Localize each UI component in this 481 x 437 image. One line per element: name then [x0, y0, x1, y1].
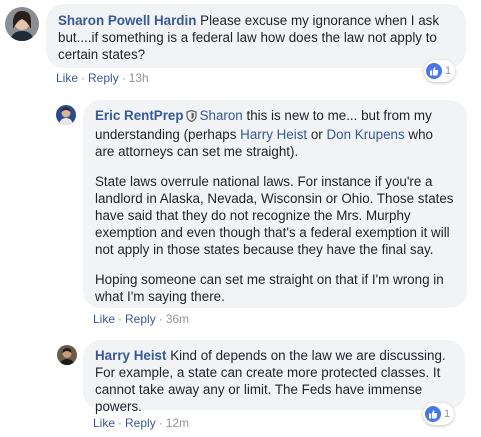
reaction-count[interactable]: 1	[424, 60, 456, 82]
comment-author[interactable]: Sharon Powell Hardin	[58, 13, 196, 28]
like-link[interactable]: Like	[56, 71, 78, 85]
comment-paragraph: Hoping someone can set me straight on th…	[95, 272, 444, 304]
comment-actions: Like · Reply · 13h	[56, 71, 149, 85]
comment-bubble: Eric RentPrep Sharon this is new to me...…	[83, 100, 467, 308]
separator: ·	[158, 312, 163, 326]
reaction-count[interactable]: 1	[423, 403, 455, 425]
reply-link[interactable]: Reply	[125, 416, 156, 430]
separator: ·	[118, 312, 123, 326]
like-link[interactable]: Like	[93, 416, 115, 430]
avatar[interactable]	[56, 105, 76, 125]
mention-link[interactable]: Don Krupens	[327, 127, 405, 142]
separator: ·	[118, 416, 123, 430]
mention-link[interactable]: Harry Heist	[240, 127, 307, 142]
like-icon	[426, 63, 442, 79]
reaction-number: 1	[444, 408, 451, 420]
comment-paragraph: Eric RentPrep Sharon this is new to me...…	[95, 107, 455, 160]
shield-icon	[185, 109, 197, 126]
separator: ·	[121, 71, 126, 85]
comment-paragraph: State laws overrule national laws. For i…	[95, 174, 454, 257]
comment-author[interactable]: Harry Heist	[95, 348, 166, 363]
avatar[interactable]	[5, 7, 39, 41]
avatar[interactable]	[57, 345, 77, 365]
reaction-number: 1	[445, 65, 452, 77]
reply-link[interactable]: Reply	[125, 312, 156, 326]
comment-actions: Like · Reply · 36m	[93, 312, 189, 326]
timestamp[interactable]: 13h	[129, 71, 149, 85]
comment-bubble: Harry Heist Kind of depends on the law w…	[83, 340, 465, 414]
like-icon	[425, 406, 441, 422]
comment-author[interactable]: Eric RentPrep	[95, 108, 184, 123]
reply-link[interactable]: Reply	[88, 71, 119, 85]
comment-bubble: Sharon Powell Hardin Please excuse my ig…	[46, 4, 466, 68]
comment-text: or	[307, 127, 327, 142]
timestamp[interactable]: 36m	[166, 312, 189, 326]
like-link[interactable]: Like	[93, 312, 115, 326]
mention-link[interactable]: Sharon	[200, 108, 243, 123]
timestamp[interactable]: 12m	[166, 416, 189, 430]
separator: ·	[81, 71, 86, 85]
separator: ·	[158, 416, 163, 430]
comment-actions: Like · Reply · 12m	[93, 416, 189, 430]
